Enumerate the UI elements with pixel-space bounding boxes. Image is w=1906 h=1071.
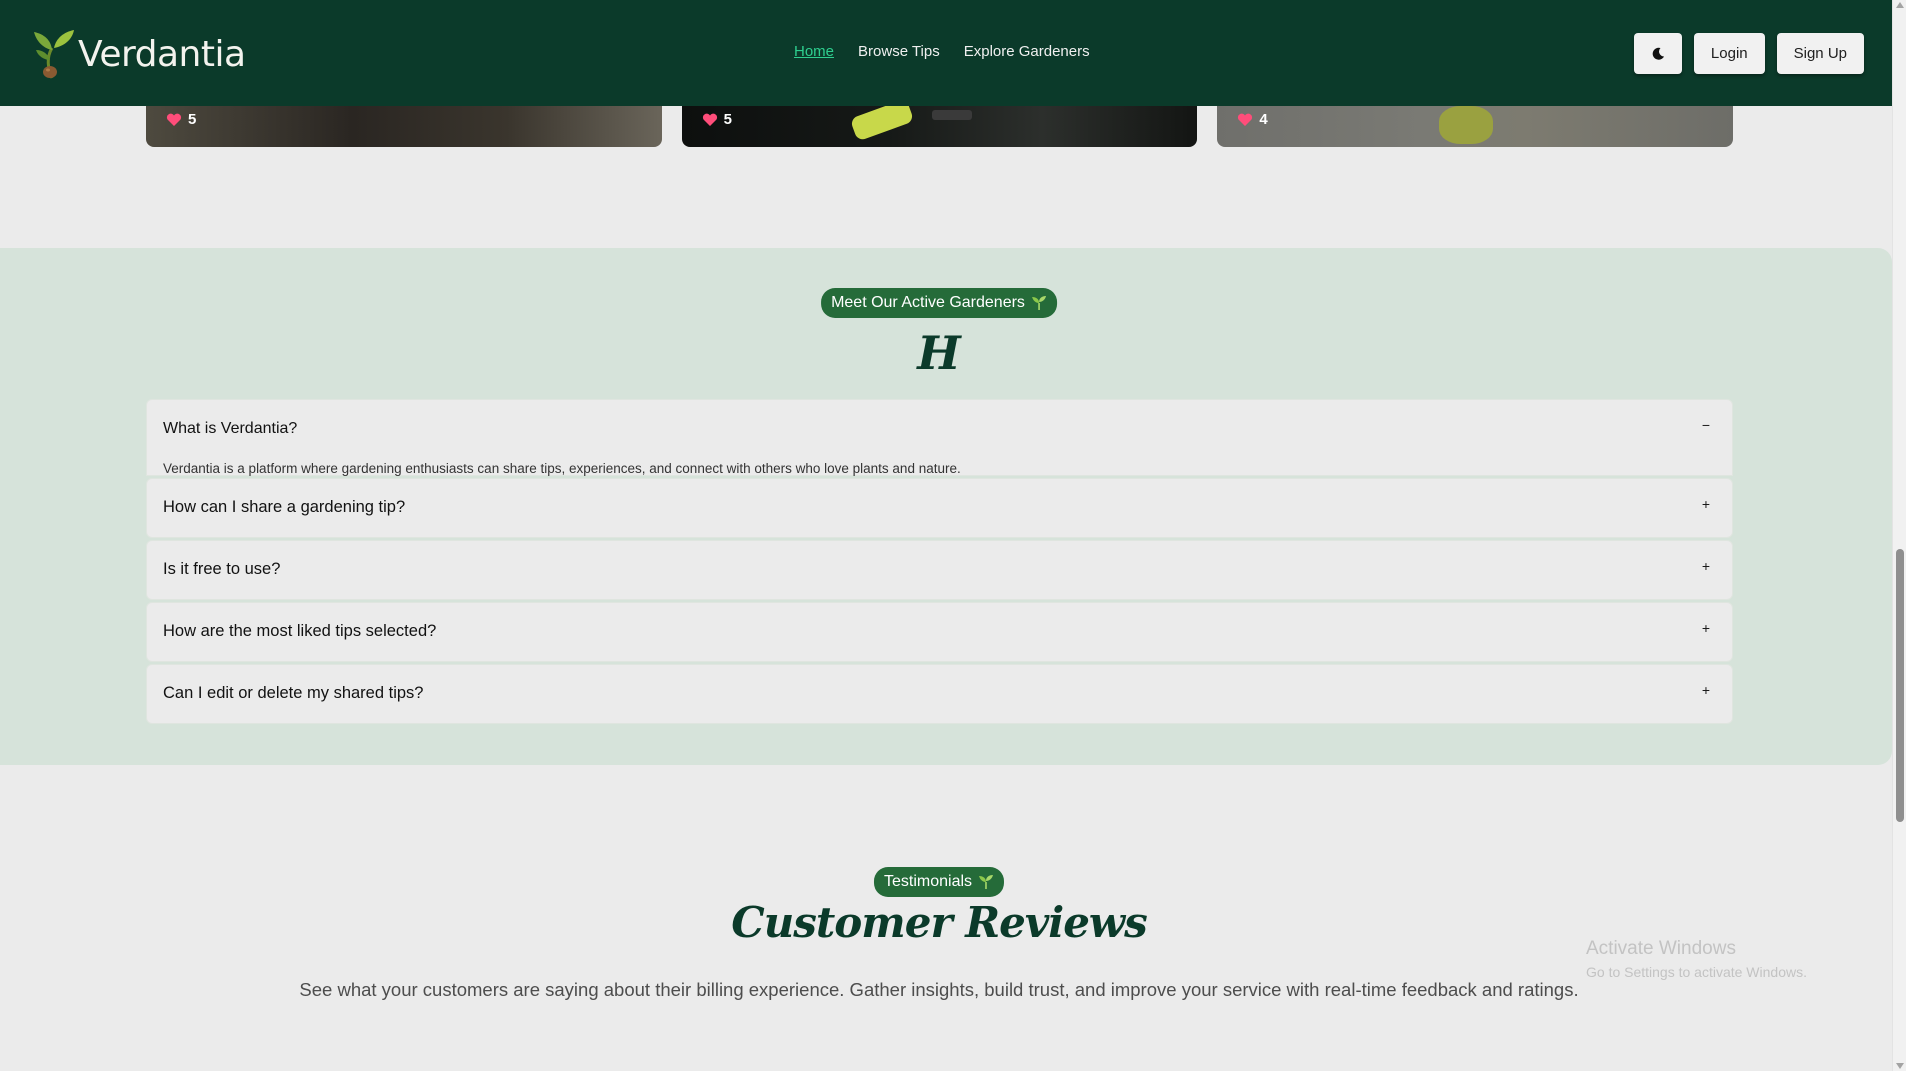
tip-likes-count: 4 (1259, 111, 1268, 128)
windows-activation-watermark: Activate Windows Go to Settings to activ… (1586, 938, 1807, 980)
section-badge-label: Meet Our Active Gardeners (831, 294, 1025, 311)
faq-answer: Verdantia is a platform where gardening … (163, 461, 961, 476)
tip-card[interactable]: 4 (1217, 106, 1734, 147)
tip-cards-strip: 5 5 4 (146, 106, 1734, 147)
heart-icon (702, 113, 717, 126)
faq-section: Meet Our Active Gardeners H What is Verd… (0, 248, 1892, 765)
leaf-logo-icon (34, 30, 74, 79)
login-button[interactable]: Login (1693, 33, 1765, 74)
tip-likes: 5 (166, 111, 196, 128)
tip-card[interactable]: 5 (146, 106, 662, 147)
heart-icon (1238, 113, 1253, 126)
nav-link-home[interactable]: Home (794, 43, 834, 60)
section-heading: H (917, 326, 961, 380)
brand-name: Verdantia (78, 33, 246, 75)
faq-item[interactable]: What is Verdantia? − Verdantia is a plat… (146, 399, 1733, 476)
faq-question: How can I share a gardening tip? (163, 498, 406, 516)
faq-list: What is Verdantia? − Verdantia is a plat… (146, 399, 1733, 726)
nav-link-explore-gardeners[interactable]: Explore Gardeners (964, 43, 1090, 60)
scrollbar-thumb[interactable] (1896, 549, 1904, 822)
faq-question: How are the most liked tips selected? (163, 622, 437, 640)
testimonials-badge-label: Testimonials (883, 873, 973, 890)
faq-question: Can I edit or delete my shared tips? (163, 684, 424, 702)
main-nav: Home Browse Tips Explore Gardeners (794, 43, 1090, 60)
sprout-icon (1031, 296, 1046, 310)
tip-likes-count: 5 (723, 111, 733, 128)
navbar: Verdantia Home Browse Tips Explore Garde… (0, 0, 1892, 106)
faq-item[interactable]: Can I edit or delete my shared tips? + (146, 664, 1733, 724)
testimonials-badge: Testimonials (873, 867, 1005, 897)
watermark-title: Activate Windows (1586, 938, 1736, 959)
brand-logo[interactable]: Verdantia (34, 26, 246, 82)
faq-item[interactable]: Is it free to use? + (146, 540, 1733, 600)
signup-button[interactable]: Sign Up (1776, 33, 1864, 74)
nav-link-browse-tips[interactable]: Browse Tips (858, 43, 940, 60)
faq-item[interactable]: How can I share a gardening tip? + (146, 478, 1733, 538)
page-scrollbar[interactable] (1892, 0, 1906, 1071)
tip-likes: 4 (1237, 111, 1268, 128)
sprout-icon (979, 875, 994, 889)
tip-likes: 5 (702, 111, 732, 128)
section-badge: Meet Our Active Gardeners (821, 288, 1057, 318)
faq-question: Is it free to use? (163, 560, 281, 578)
scroll-up-arrow-icon[interactable] (1896, 2, 1904, 8)
faq-question: What is Verdantia? (163, 420, 298, 437)
expand-icon[interactable]: + (1702, 620, 1710, 636)
testimonials-subtitle: See what your customers are saying about… (299, 979, 1579, 1000)
watermark-subtitle: Go to Settings to activate Windows. (1586, 964, 1807, 980)
collapse-icon[interactable]: − (1702, 417, 1710, 433)
expand-icon[interactable]: + (1702, 496, 1710, 512)
expand-icon[interactable]: + (1702, 682, 1710, 698)
tip-card[interactable]: 5 (681, 106, 1198, 147)
testimonials-title: Customer Reviews (731, 898, 1147, 947)
nav-actions: Login Sign Up (1633, 33, 1864, 74)
theme-toggle-button[interactable] (1633, 33, 1682, 74)
moon-icon (1652, 47, 1664, 60)
scroll-down-arrow-icon[interactable] (1896, 1063, 1904, 1069)
tip-likes-count: 5 (188, 111, 197, 128)
faq-item[interactable]: How are the most liked tips selected? + (146, 602, 1733, 662)
expand-icon[interactable]: + (1702, 558, 1710, 574)
heart-icon (166, 113, 182, 126)
